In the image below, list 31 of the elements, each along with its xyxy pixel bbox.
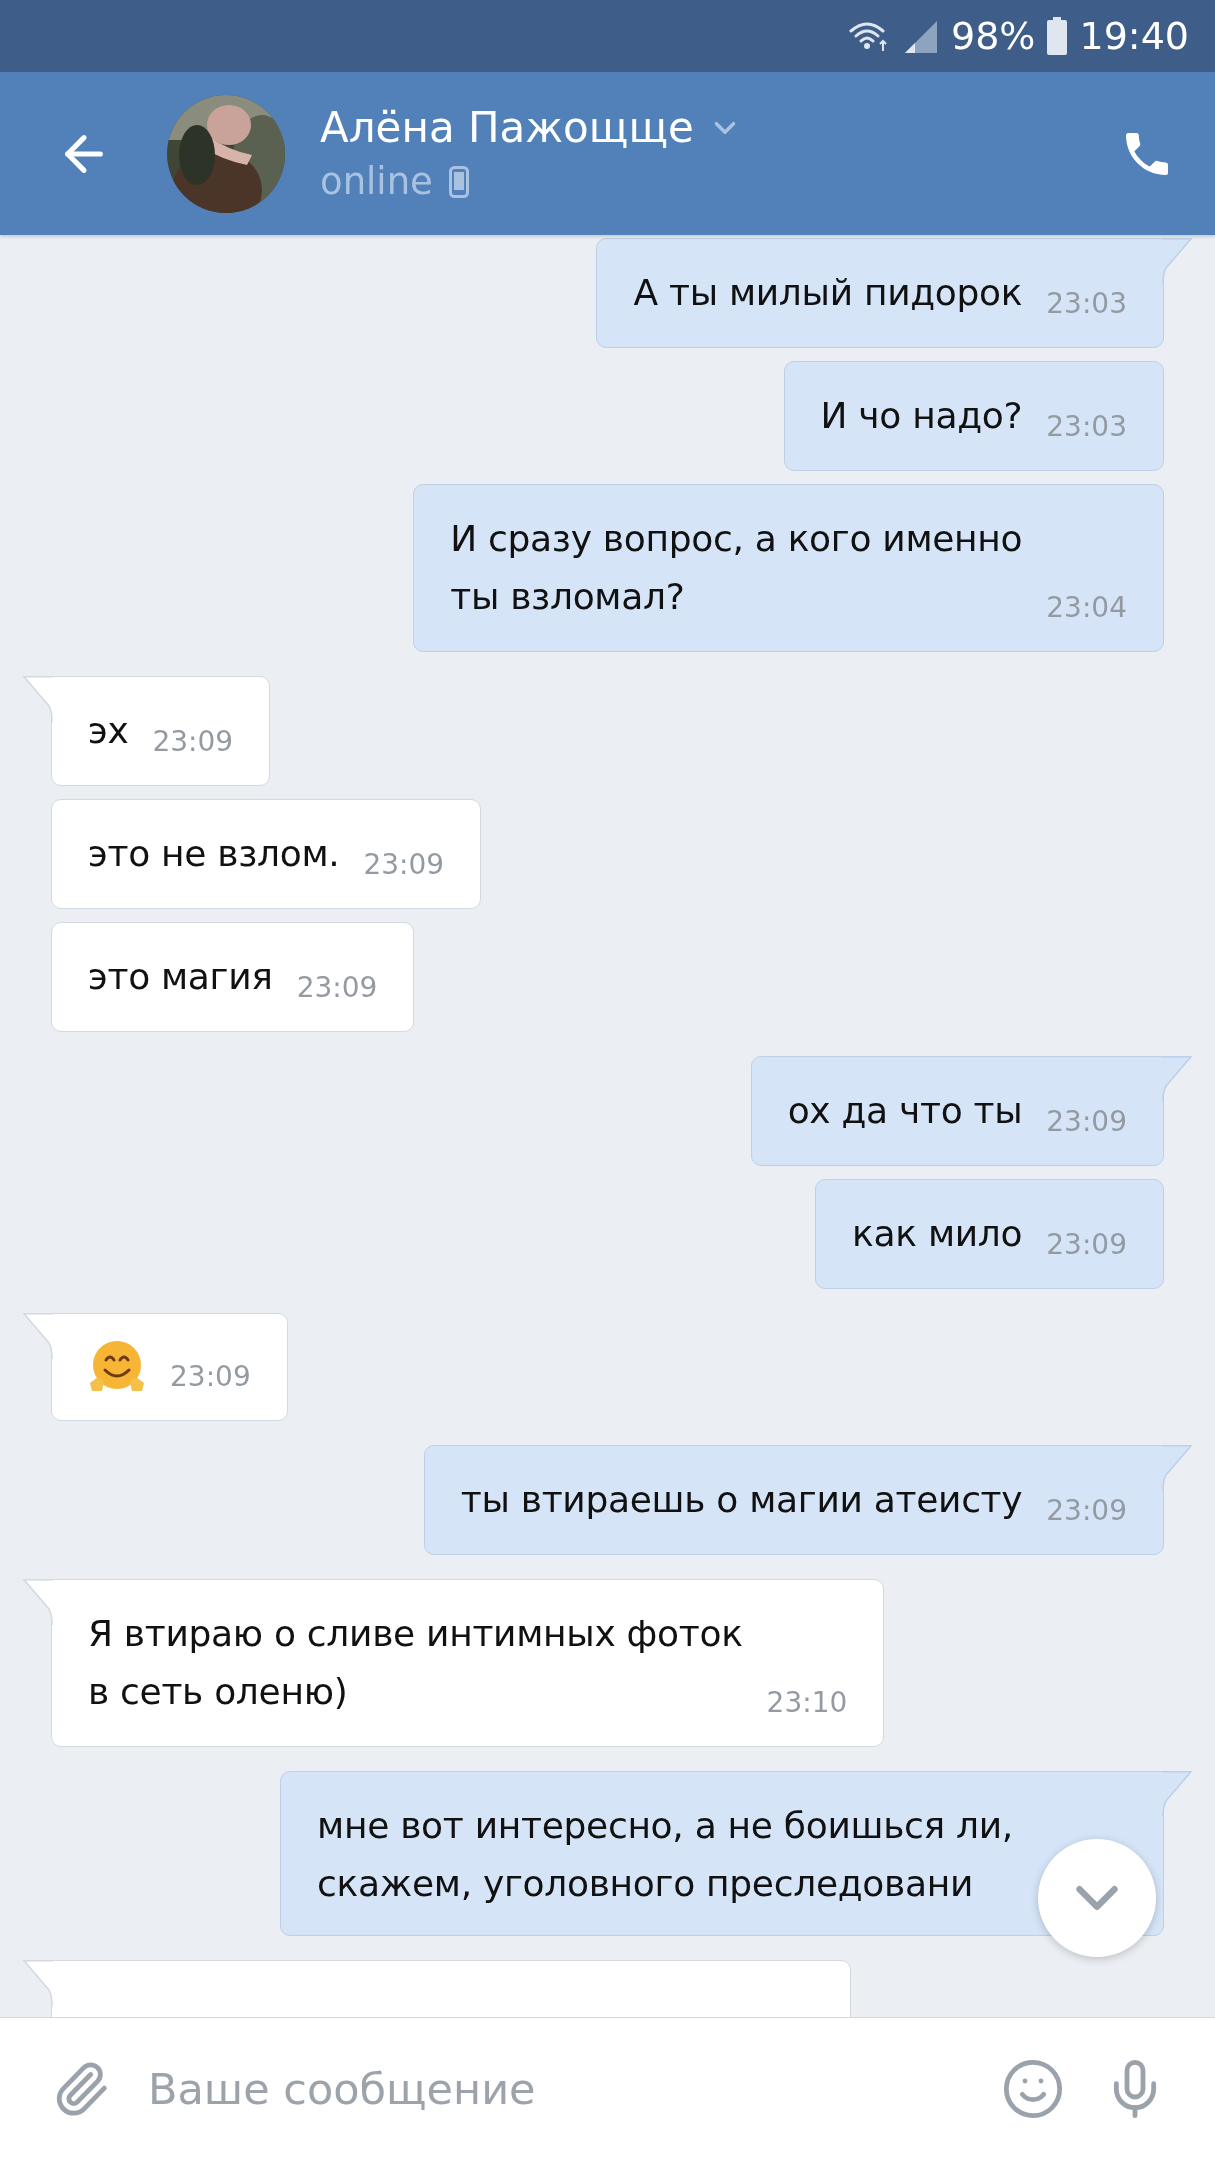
message-text: эх <box>88 709 129 753</box>
message-text: И сразу вопрос, а кого именно ты взломал? <box>450 517 1023 619</box>
message-text: ты втираешь о магии атеисту <box>460 1478 1023 1522</box>
smiley-icon <box>1001 2057 1065 2121</box>
message-text: это магия <box>88 955 273 999</box>
emoji-button[interactable] <box>1001 2057 1065 2121</box>
message-text: И чо надо? <box>820 394 1023 438</box>
clock: 19:40 <box>1079 17 1189 55</box>
message-time: 23:10 <box>766 1685 848 1721</box>
message-text: как мило <box>852 1212 1023 1256</box>
contact-name[interactable]: Алёна Пажощще <box>320 103 694 154</box>
message-time: 23:03 <box>1046 286 1127 322</box>
message-time: 23:09 <box>1046 1493 1127 1529</box>
battery-percent: 98% <box>951 17 1036 55</box>
online-status: online <box>320 159 433 204</box>
message-text: ох да что ты <box>787 1089 1023 1133</box>
message-time: 23:09 <box>1046 1104 1127 1140</box>
battery-icon <box>1047 17 1068 55</box>
message-time: 23:09 <box>170 1359 251 1395</box>
mobile-phone-icon <box>448 165 469 198</box>
message-time: 23:09 <box>363 847 445 883</box>
message-time: 23:04 <box>1046 590 1127 626</box>
message-time: 23:09 <box>1046 1227 1127 1263</box>
message-time: 23:09 <box>296 970 378 1006</box>
message-text: А ты милый пидорок <box>633 271 1023 315</box>
message-time: 23:09 <box>152 724 234 760</box>
message-text: мне вот интересно, а не боишься ли, скажем, уголовного преследовани <box>317 1804 1013 1906</box>
message-text: это не взлом. <box>88 832 340 876</box>
message-text: Я втираю о сливе интимных фоток в сеть оленю) <box>88 1612 743 1714</box>
message-time: 23:03 <box>1046 409 1127 445</box>
signal-icon <box>903 19 939 53</box>
